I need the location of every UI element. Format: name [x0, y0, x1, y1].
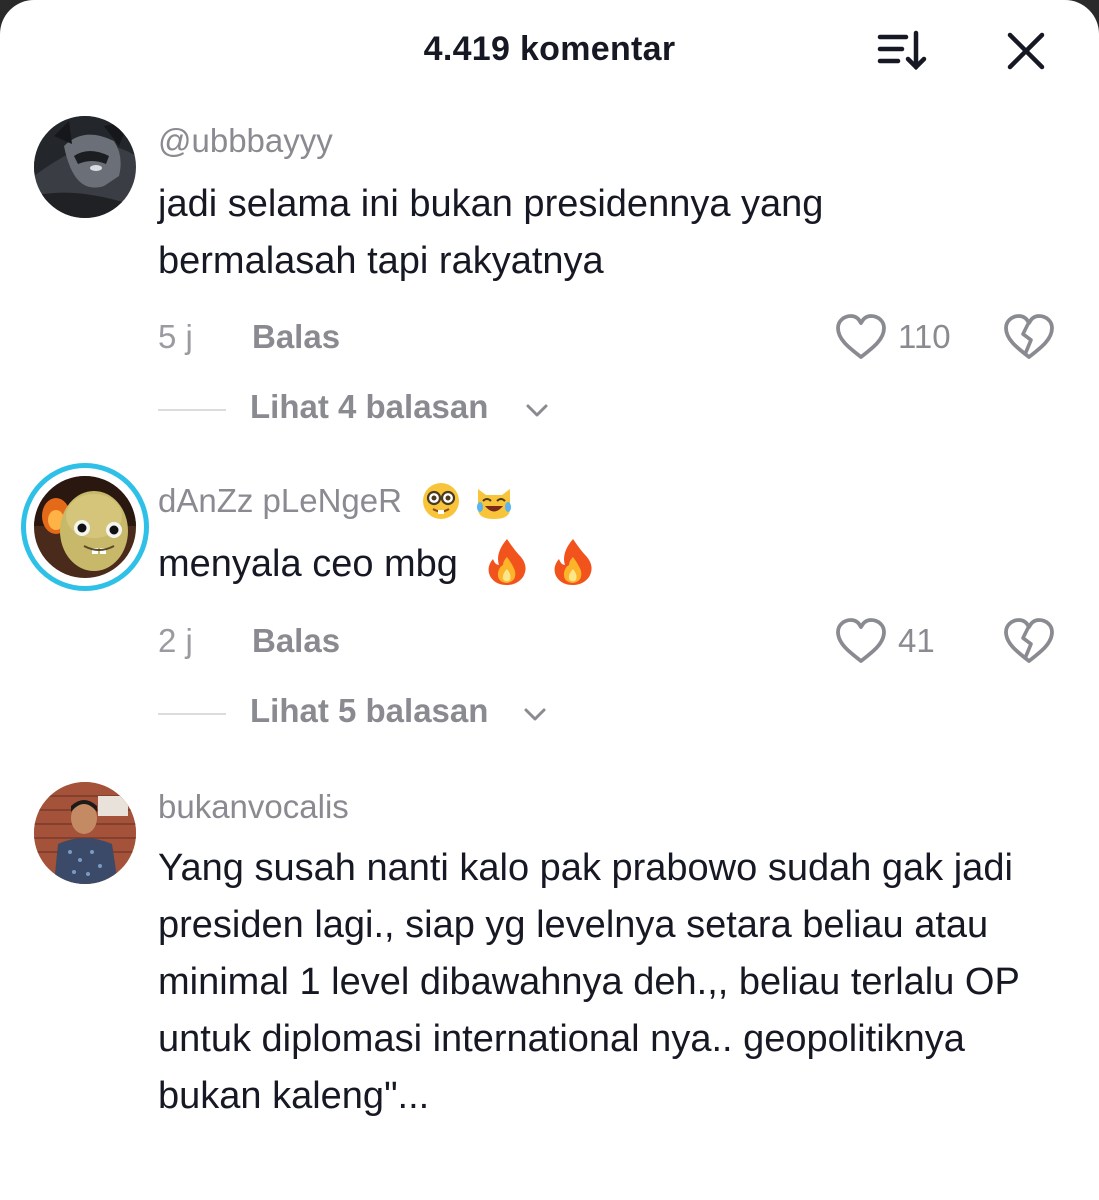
divider-line: [158, 713, 226, 715]
comment-actions: 2 j Balas 41: [158, 618, 1058, 666]
view-replies-button[interactable]: Lihat 4 balasan: [158, 388, 758, 432]
like-count: 41: [898, 622, 935, 659]
view-replies-label: Lihat 5 balasan: [250, 692, 489, 729]
comments-sheet: 4.419 komentar @ubbbayyy jadi selama ini…: [0, 0, 1099, 1200]
close-icon: [1007, 32, 1045, 70]
comment-text: menyala ceo mbg: [158, 536, 1078, 593]
close-button[interactable]: [998, 26, 1054, 76]
like-count: 110: [898, 318, 951, 355]
avatar[interactable]: [34, 116, 136, 218]
divider-line: [158, 409, 226, 411]
comment-text: Yang susah nanti kalo pak prabowo sudah …: [158, 847, 1020, 1117]
heart-icon: [836, 314, 886, 359]
like-button[interactable]: [834, 312, 890, 362]
comment-time: 5 j: [158, 318, 193, 355]
comment-username-text: dAnZz pLeNgeR: [158, 482, 402, 519]
comment-text: jadi selama ini bukan presidennya yang b…: [158, 183, 824, 282]
comments-header: 4.419 komentar: [0, 0, 1099, 100]
comment-username[interactable]: dAnZz pLeNgeR: [158, 482, 514, 521]
view-replies-label: Lihat 4 balasan: [250, 388, 489, 425]
like-button[interactable]: [834, 616, 890, 666]
comment-time: 2 j: [158, 622, 193, 659]
broken-heart-icon: [1004, 314, 1054, 359]
broken-heart-icon: [1004, 618, 1054, 663]
avatar[interactable]: [34, 782, 136, 884]
view-replies-button[interactable]: Lihat 5 balasan: [158, 692, 758, 736]
avatar[interactable]: [34, 476, 136, 578]
nerd-face-emoji: [423, 483, 460, 520]
comment-count-title: 4.419 komentar: [423, 30, 676, 68]
reply-button[interactable]: Balas: [252, 318, 340, 356]
chevron-down-icon: [526, 404, 548, 417]
fire-emoji: [488, 538, 526, 585]
comment-username[interactable]: @ubbbayyy: [158, 122, 333, 160]
comment-username[interactable]: bukanvocalis: [158, 788, 349, 826]
fire-emoji: [554, 538, 592, 585]
reply-button[interactable]: Balas: [252, 622, 340, 660]
dislike-button[interactable]: [1002, 616, 1058, 666]
comment-actions: 5 j Balas 110: [158, 314, 1058, 362]
chevron-down-icon: [524, 708, 546, 721]
sort-button[interactable]: [874, 26, 930, 76]
dislike-button[interactable]: [1002, 312, 1058, 362]
sort-icon: [877, 30, 927, 71]
comment-text-content: menyala ceo mbg: [158, 543, 458, 585]
heart-icon: [836, 618, 886, 663]
laughing-cat-emoji: [477, 489, 512, 520]
